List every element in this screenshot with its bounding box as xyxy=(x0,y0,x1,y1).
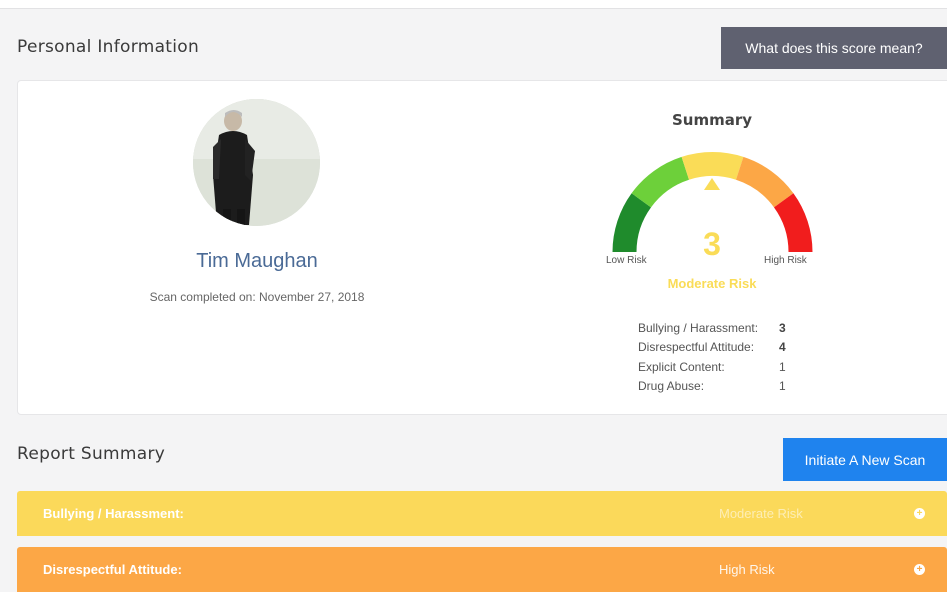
personal-info-heading: Personal Information xyxy=(17,37,200,57)
metric-row: Explicit Content: 1 xyxy=(638,357,789,377)
metric-value: 4 xyxy=(779,340,786,355)
score-meaning-button[interactable]: What does this score mean? xyxy=(721,27,947,69)
risk-row-name: Disrespectful Attitude: xyxy=(43,562,182,577)
risk-row-name: Bullying / Harassment: xyxy=(43,506,184,521)
metric-label: Bullying / Harassment: xyxy=(638,320,759,335)
risk-row-status: High Risk xyxy=(719,562,775,577)
person-name: Tim Maughan xyxy=(196,250,318,272)
risk-metrics-list: Bullying / Harassment: 3 Disrespectful A… xyxy=(638,318,789,396)
report-summary-heading: Report Summary xyxy=(17,444,166,464)
summary-title: Summary xyxy=(671,111,753,129)
metric-label: Disrespectful Attitude: xyxy=(638,340,755,355)
metric-value: 1 xyxy=(779,359,786,374)
metric-label: Explicit Content: xyxy=(638,359,725,374)
risk-row-status: Moderate Risk xyxy=(719,506,803,521)
metric-value: 1 xyxy=(779,379,786,394)
plus-circle-icon[interactable]: + xyxy=(914,564,925,575)
person-photo-icon xyxy=(193,99,320,226)
risk-row-bullying[interactable]: Bullying / Harassment: Moderate Risk + xyxy=(17,491,947,536)
risk-level-text: Moderate Risk xyxy=(667,276,757,291)
metric-value: 3 xyxy=(779,320,786,335)
risk-row-disrespectful[interactable]: Disrespectful Attitude: High Risk + xyxy=(17,547,947,592)
gauge-segment xyxy=(681,152,744,180)
scan-completion-date: Scan completed on: November 27, 2018 xyxy=(149,290,365,304)
gauge-pointer-icon xyxy=(704,178,720,190)
metric-label: Drug Abuse: xyxy=(638,379,705,394)
metric-row: Drug Abuse: 1 xyxy=(638,377,789,397)
gauge-low-label: Low Risk xyxy=(606,255,647,266)
new-scan-button[interactable]: Initiate A New Scan xyxy=(783,438,947,481)
metric-row: Disrespectful Attitude: 4 xyxy=(638,338,789,358)
top-divider xyxy=(0,0,947,9)
avatar xyxy=(193,99,320,226)
plus-circle-icon[interactable]: + xyxy=(914,508,925,519)
metric-row: Bullying / Harassment: 3 xyxy=(638,318,789,338)
gauge-high-label: High Risk xyxy=(764,255,807,266)
risk-score: 3 xyxy=(703,226,721,262)
